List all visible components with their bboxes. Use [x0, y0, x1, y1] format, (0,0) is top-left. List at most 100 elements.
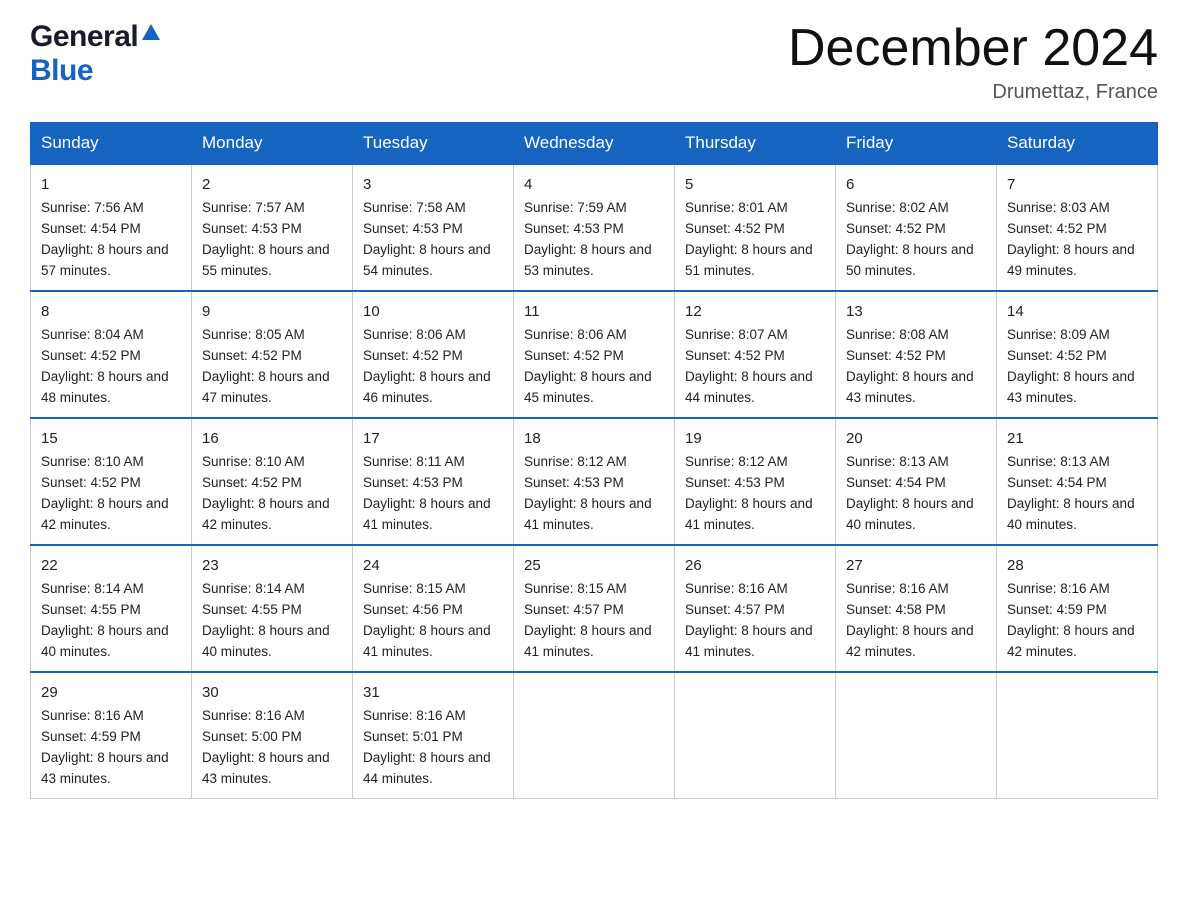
day-number: 7	[1007, 173, 1147, 196]
day-number: 24	[363, 554, 503, 577]
day-number: 10	[363, 300, 503, 323]
logo-blue-text: Blue	[30, 54, 93, 87]
calendar-day-cell: 12 Sunrise: 8:07 AMSunset: 4:52 PMDayligh…	[675, 291, 836, 418]
calendar-day-cell: 8 Sunrise: 8:04 AMSunset: 4:52 PMDaylight…	[31, 291, 192, 418]
day-info: Sunrise: 8:02 AMSunset: 4:52 PMDaylight:…	[846, 200, 974, 278]
header-thursday: Thursday	[675, 123, 836, 165]
day-number: 30	[202, 681, 342, 704]
day-number: 29	[41, 681, 181, 704]
header-monday: Monday	[192, 123, 353, 165]
title-block: December 2024 Drumettaz, France	[788, 20, 1158, 104]
calendar-day-cell: 10 Sunrise: 8:06 AMSunset: 4:52 PMDayligh…	[353, 291, 514, 418]
calendar-day-cell: 20Sunrise: 8:13 AMSunset: 4:54 PMDayligh…	[836, 418, 997, 545]
calendar-day-cell: 30 Sunrise: 8:16 AMSunset: 5:00 PMDayligh…	[192, 672, 353, 798]
day-info: Sunrise: 8:08 AMSunset: 4:52 PMDaylight:…	[846, 327, 974, 405]
calendar-day-cell: 15Sunrise: 8:10 AMSunset: 4:52 PMDayligh…	[31, 418, 192, 545]
header-wednesday: Wednesday	[514, 123, 675, 165]
day-number: 13	[846, 300, 986, 323]
day-info: Sunrise: 7:59 AMSunset: 4:53 PMDaylight:…	[524, 200, 652, 278]
day-info: Sunrise: 8:11 AMSunset: 4:53 PMDaylight:…	[363, 454, 491, 532]
header-friday: Friday	[836, 123, 997, 165]
day-number: 6	[846, 173, 986, 196]
day-number: 23	[202, 554, 342, 577]
day-info: Sunrise: 8:13 AMSunset: 4:54 PMDaylight:…	[1007, 454, 1135, 532]
calendar-week-row: 8 Sunrise: 8:04 AMSunset: 4:52 PMDaylight…	[31, 291, 1158, 418]
calendar-day-cell: 22Sunrise: 8:14 AMSunset: 4:55 PMDayligh…	[31, 545, 192, 672]
calendar-day-cell: 21 Sunrise: 8:13 AMSunset: 4:54 PMDayligh…	[997, 418, 1158, 545]
calendar-day-cell: 6 Sunrise: 8:02 AMSunset: 4:52 PMDaylight…	[836, 164, 997, 291]
calendar-day-cell: 5 Sunrise: 8:01 AMSunset: 4:52 PMDaylight…	[675, 164, 836, 291]
day-info: Sunrise: 8:07 AMSunset: 4:52 PMDaylight:…	[685, 327, 813, 405]
day-number: 28	[1007, 554, 1147, 577]
day-number: 25	[524, 554, 664, 577]
calendar-day-cell: 7 Sunrise: 8:03 AMSunset: 4:52 PMDaylight…	[997, 164, 1158, 291]
day-number: 11	[524, 300, 664, 323]
day-info: Sunrise: 8:10 AMSunset: 4:52 PMDaylight:…	[202, 454, 330, 532]
calendar-week-row: 22Sunrise: 8:14 AMSunset: 4:55 PMDayligh…	[31, 545, 1158, 672]
day-info: Sunrise: 8:16 AMSunset: 5:01 PMDaylight:…	[363, 708, 491, 786]
calendar-table: Sunday Monday Tuesday Wednesday Thursday…	[30, 122, 1158, 799]
calendar-day-cell: 1Sunrise: 7:56 AMSunset: 4:54 PMDaylight…	[31, 164, 192, 291]
calendar-day-cell	[836, 672, 997, 798]
day-number: 21	[1007, 427, 1147, 450]
calendar-day-cell: 27Sunrise: 8:16 AMSunset: 4:58 PMDayligh…	[836, 545, 997, 672]
header-tuesday: Tuesday	[353, 123, 514, 165]
day-number: 26	[685, 554, 825, 577]
logo-general-text: General	[30, 20, 138, 54]
day-info: Sunrise: 8:06 AMSunset: 4:52 PMDaylight:…	[363, 327, 491, 405]
calendar-day-cell: 29 Sunrise: 8:16 AMSunset: 4:59 PMDayligh…	[31, 672, 192, 798]
calendar-day-cell: 4 Sunrise: 7:59 AMSunset: 4:53 PMDaylight…	[514, 164, 675, 291]
calendar-day-cell: 2Sunrise: 7:57 AMSunset: 4:53 PMDaylight…	[192, 164, 353, 291]
day-info: Sunrise: 8:16 AMSunset: 5:00 PMDaylight:…	[202, 708, 330, 786]
day-info: Sunrise: 8:16 AMSunset: 4:59 PMDaylight:…	[1007, 581, 1135, 659]
day-number: 5	[685, 173, 825, 196]
calendar-day-cell: 19 Sunrise: 8:12 AMSunset: 4:53 PMDayligh…	[675, 418, 836, 545]
day-number: 19	[685, 427, 825, 450]
calendar-day-cell: 24Sunrise: 8:15 AMSunset: 4:56 PMDayligh…	[353, 545, 514, 672]
day-number: 14	[1007, 300, 1147, 323]
day-info: Sunrise: 8:16 AMSunset: 4:59 PMDaylight:…	[41, 708, 169, 786]
calendar-week-row: 1Sunrise: 7:56 AMSunset: 4:54 PMDaylight…	[31, 164, 1158, 291]
day-number: 16	[202, 427, 342, 450]
day-number: 17	[363, 427, 503, 450]
day-info: Sunrise: 8:16 AMSunset: 4:57 PMDaylight:…	[685, 581, 813, 659]
day-number: 4	[524, 173, 664, 196]
day-info: Sunrise: 8:06 AMSunset: 4:52 PMDaylight:…	[524, 327, 652, 405]
day-number: 27	[846, 554, 986, 577]
logo-triangle-icon	[140, 22, 162, 44]
day-info: Sunrise: 8:12 AMSunset: 4:53 PMDaylight:…	[685, 454, 813, 532]
day-number: 18	[524, 427, 664, 450]
day-info: Sunrise: 8:14 AMSunset: 4:55 PMDaylight:…	[202, 581, 330, 659]
calendar-day-cell: 17 Sunrise: 8:11 AMSunset: 4:53 PMDayligh…	[353, 418, 514, 545]
location: Drumettaz, France	[788, 81, 1158, 104]
day-number: 31	[363, 681, 503, 704]
month-title: December 2024	[788, 20, 1158, 77]
calendar-day-cell	[675, 672, 836, 798]
logo: General Blue	[30, 20, 162, 88]
day-number: 2	[202, 173, 342, 196]
calendar-day-cell: 31 Sunrise: 8:16 AMSunset: 5:01 PMDayligh…	[353, 672, 514, 798]
page-header: General Blue December 2024 Drumettaz, Fr…	[30, 20, 1158, 104]
day-info: Sunrise: 7:56 AMSunset: 4:54 PMDaylight:…	[41, 200, 169, 278]
header-sunday: Sunday	[31, 123, 192, 165]
calendar-day-cell	[997, 672, 1158, 798]
day-info: Sunrise: 8:12 AMSunset: 4:53 PMDaylight:…	[524, 454, 652, 532]
day-number: 12	[685, 300, 825, 323]
day-number: 8	[41, 300, 181, 323]
calendar-day-cell: 16 Sunrise: 8:10 AMSunset: 4:52 PMDayligh…	[192, 418, 353, 545]
calendar-week-row: 15Sunrise: 8:10 AMSunset: 4:52 PMDayligh…	[31, 418, 1158, 545]
calendar-day-cell: 3Sunrise: 7:58 AMSunset: 4:53 PMDaylight…	[353, 164, 514, 291]
calendar-day-cell: 23 Sunrise: 8:14 AMSunset: 4:55 PMDayligh…	[192, 545, 353, 672]
day-number: 9	[202, 300, 342, 323]
calendar-day-cell: 9 Sunrise: 8:05 AMSunset: 4:52 PMDaylight…	[192, 291, 353, 418]
day-info: Sunrise: 8:15 AMSunset: 4:57 PMDaylight:…	[524, 581, 652, 659]
day-info: Sunrise: 8:14 AMSunset: 4:55 PMDaylight:…	[41, 581, 169, 659]
day-info: Sunrise: 8:01 AMSunset: 4:52 PMDaylight:…	[685, 200, 813, 278]
day-info: Sunrise: 8:09 AMSunset: 4:52 PMDaylight:…	[1007, 327, 1135, 405]
day-info: Sunrise: 8:13 AMSunset: 4:54 PMDaylight:…	[846, 454, 974, 532]
day-number: 3	[363, 173, 503, 196]
day-info: Sunrise: 8:04 AMSunset: 4:52 PMDaylight:…	[41, 327, 169, 405]
day-info: Sunrise: 8:03 AMSunset: 4:52 PMDaylight:…	[1007, 200, 1135, 278]
calendar-day-cell: 14 Sunrise: 8:09 AMSunset: 4:52 PMDayligh…	[997, 291, 1158, 418]
day-info: Sunrise: 8:05 AMSunset: 4:52 PMDaylight:…	[202, 327, 330, 405]
